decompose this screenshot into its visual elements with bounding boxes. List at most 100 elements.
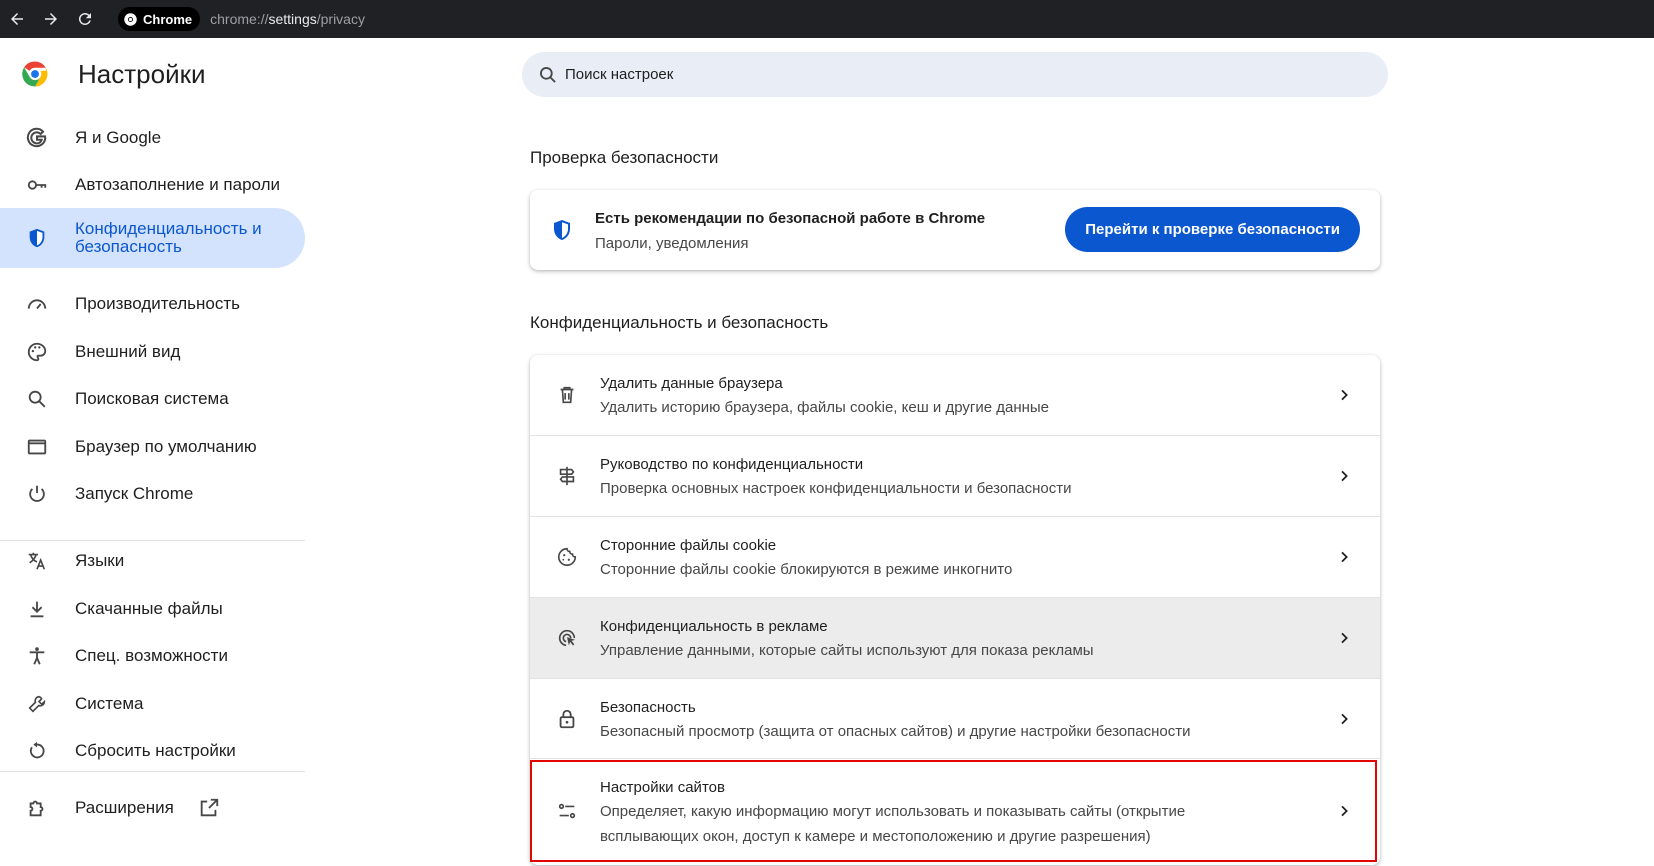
privacy-row-site-settings[interactable]: Настройки сайтов Определяет, какую инфор… xyxy=(530,758,1380,865)
sidebar-item-label: Запуск Chrome xyxy=(75,484,194,503)
sidebar-item-label: Конфиденциальность и безопасность xyxy=(75,219,262,256)
open-external-icon xyxy=(198,797,220,819)
privacy-card: Удалить данные браузера Удалить историю … xyxy=(530,355,1380,865)
privacy-row-ad-privacy[interactable]: Конфиденциальность в рекламе Управление … xyxy=(530,597,1380,678)
sidebar-item-you-and-google[interactable]: Я и Google xyxy=(0,114,305,162)
settings-brand: Настройки xyxy=(20,59,206,89)
power-icon xyxy=(25,482,49,506)
palette-icon xyxy=(25,340,49,364)
shield-icon xyxy=(550,218,574,242)
sidebar-item-label: Спец. возможности xyxy=(75,646,228,665)
privacy-row-clear-data[interactable]: Удалить данные браузера Удалить историю … xyxy=(530,355,1380,435)
sidebar-item-label: Производительность xyxy=(75,294,241,313)
sidebar-item-label: Я и Google xyxy=(75,128,162,147)
sidebar-item-label: Скачанные файлы xyxy=(75,599,223,618)
settings-search[interactable] xyxy=(522,52,1388,97)
url-suffix: /privacy xyxy=(316,11,365,27)
sidebar-item-system[interactable]: Система xyxy=(0,680,305,728)
chevron-right-icon xyxy=(1336,468,1352,484)
lock-icon xyxy=(555,707,579,731)
row-subtitle: Сторонние файлы cookie блокируются в реж… xyxy=(600,561,1013,578)
sidebar-item-default-browser[interactable]: Браузер по умолчанию xyxy=(0,423,305,471)
chevron-right-icon xyxy=(1336,803,1352,819)
accessibility-icon xyxy=(25,644,49,668)
translate-icon xyxy=(25,549,49,573)
puzzle-icon xyxy=(25,796,49,820)
row-subtitle: Управление данными, которые сайты исполь… xyxy=(600,642,1094,659)
row-subtitle: Безопасный просмотр (защита от опасных с… xyxy=(600,723,1191,740)
sidebar-item-appearance[interactable]: Внешний вид xyxy=(0,328,305,376)
signpost-icon xyxy=(555,464,579,488)
sidebar-item-label: Поисковая система xyxy=(75,389,229,408)
reload-button[interactable] xyxy=(68,4,102,34)
sidebar-divider xyxy=(0,771,305,772)
site-info-chip[interactable]: Chrome xyxy=(118,7,201,31)
sidebar-item-downloads[interactable]: Скачанные файлы xyxy=(0,585,305,633)
download-icon xyxy=(25,597,49,621)
trash-icon xyxy=(555,383,579,407)
sidebar-item-on-startup[interactable]: Запуск Chrome xyxy=(0,470,305,518)
chevron-right-icon xyxy=(1336,549,1352,565)
sidebar-item-performance[interactable]: Производительность xyxy=(0,280,305,328)
url-main: settings xyxy=(268,11,317,27)
privacy-row-security[interactable]: Безопасность Безопасный просмотр (защита… xyxy=(530,678,1380,758)
sidebar-item-search-engine[interactable]: Поисковая система xyxy=(0,375,305,423)
settings-sidebar: Настройки Я и Google Автозаполнение и па… xyxy=(0,38,305,866)
safety-section-title: Проверка безопасности xyxy=(530,148,719,167)
row-subtitle: Удалить историю браузера, файлы cookie, … xyxy=(600,399,1050,416)
sidebar-item-privacy[interactable]: Конфиденциальность и безопасность xyxy=(0,208,305,268)
row-title: Удалить данные браузера xyxy=(600,375,783,392)
row-title: Конфиденциальность в рекламе xyxy=(600,618,828,635)
search-icon xyxy=(25,387,49,411)
sidebar-item-label: Внешний вид xyxy=(75,342,181,361)
row-title: Сторонние файлы cookie xyxy=(600,537,777,554)
sidebar-item-label: Автозаполнение и пароли xyxy=(75,175,281,194)
cookie-icon xyxy=(555,545,579,569)
chrome-logo-icon xyxy=(22,61,48,87)
page-title: Настройки xyxy=(78,59,206,89)
google-g-icon xyxy=(25,126,49,150)
arrow-right-icon xyxy=(45,13,57,25)
key-icon xyxy=(25,173,49,197)
sidebar-item-reset[interactable]: Сбросить настройки xyxy=(0,727,305,775)
safety-check-card: Есть рекомендации по безопасной работе в… xyxy=(530,190,1380,270)
row-subtitle: Проверка основных настроек конфиденциаль… xyxy=(600,480,1072,497)
chevron-right-icon xyxy=(1336,711,1352,727)
row-title: Настройки сайтов xyxy=(600,779,725,796)
forward-button[interactable] xyxy=(34,4,68,34)
sidebar-item-label: Система xyxy=(75,694,144,713)
browser-window-icon xyxy=(25,435,49,459)
address-bar[interactable]: chrome://settings/privacy xyxy=(210,11,365,27)
sidebar-item-languages[interactable]: Языки xyxy=(0,537,305,585)
back-button[interactable] xyxy=(0,4,34,34)
tune-icon xyxy=(555,799,579,823)
privacy-section-title: Конфиденциальность и безопасность xyxy=(530,313,829,332)
row-title: Руководство по конфиденциальности xyxy=(600,456,864,473)
chrome-logo-icon xyxy=(124,12,137,26)
chevron-right-icon xyxy=(1336,630,1352,646)
reload-icon xyxy=(78,12,91,25)
shield-icon xyxy=(25,226,49,250)
sidebar-item-label: Расширения xyxy=(75,798,174,817)
privacy-row-privacy-guide[interactable]: Руководство по конфиденциальности Провер… xyxy=(530,435,1380,516)
ad-target-icon xyxy=(555,626,579,650)
browser-toolbar: Chrome chrome://settings/privacy xyxy=(0,0,1654,38)
arrow-left-icon xyxy=(11,13,23,25)
reset-icon xyxy=(25,739,49,763)
safety-subtitle: Пароли, уведомления xyxy=(595,235,749,252)
sidebar-item-autofill[interactable]: Автозаполнение и пароли xyxy=(0,161,305,209)
sidebar-item-label: Языки xyxy=(75,551,125,570)
privacy-row-third-party-cookies[interactable]: Сторонние файлы cookie Сторонние файлы c… xyxy=(530,516,1380,597)
search-input[interactable] xyxy=(565,52,1365,97)
sidebar-item-label: Сбросить настройки xyxy=(75,741,236,760)
sidebar-item-extensions[interactable]: Расширения xyxy=(0,784,305,832)
row-subtitle: Определяет, какую информацию могут испол… xyxy=(600,803,1186,845)
go-to-safety-check-button[interactable]: Перейти к проверке безопасности xyxy=(1065,207,1360,252)
row-title: Безопасность xyxy=(600,699,696,716)
safety-title: Есть рекомендации по безопасной работе в… xyxy=(595,210,986,227)
sidebar-item-label: Браузер по умолчанию xyxy=(75,437,257,456)
sidebar-item-accessibility[interactable]: Спец. возможности xyxy=(0,632,305,680)
url-prefix: chrome:// xyxy=(210,11,269,27)
wrench-icon xyxy=(25,692,49,716)
search-icon xyxy=(540,66,556,83)
